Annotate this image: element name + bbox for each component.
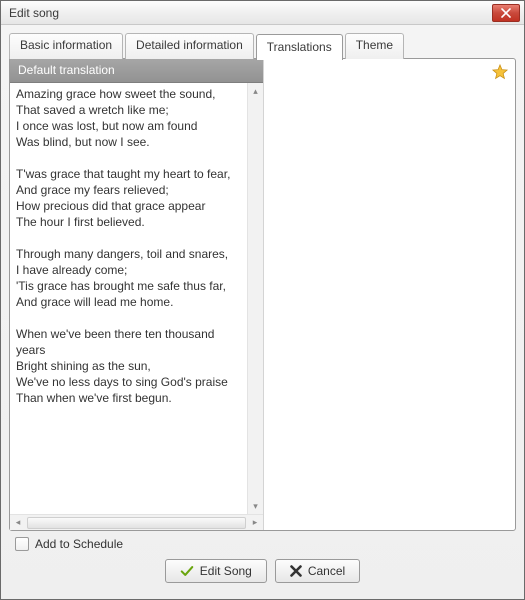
tab-label: Detailed information	[136, 38, 243, 52]
tab-label: Translations	[267, 40, 332, 54]
footer-bar: Add to Schedule	[9, 531, 516, 555]
checkbox-box[interactable]	[15, 537, 29, 551]
scroll-down-icon[interactable]: ▾	[248, 498, 263, 514]
horizontal-scrollbar[interactable]: ◂ ▸	[10, 514, 263, 530]
close-icon	[501, 8, 511, 18]
scroll-left-icon[interactable]: ◂	[10, 515, 26, 531]
scroll-up-icon[interactable]: ▴	[248, 83, 263, 99]
button-label: Cancel	[308, 564, 345, 578]
star-icon	[491, 63, 509, 81]
tab-translations[interactable]: Translations	[256, 34, 343, 60]
cross-icon	[290, 565, 302, 577]
lyrics-container: Amazing grace how sweet the sound, That …	[10, 83, 263, 514]
scroll-thumb[interactable]	[27, 517, 246, 529]
vertical-scrollbar[interactable]: ▴ ▾	[247, 83, 263, 514]
dialog-content: Basic information Detailed information T…	[1, 25, 524, 599]
tab-label: Basic information	[20, 38, 112, 52]
scroll-right-icon[interactable]: ▸	[247, 515, 263, 531]
tab-theme[interactable]: Theme	[345, 33, 404, 59]
dialog-window: Edit song Basic information Detailed inf…	[0, 0, 525, 600]
check-icon	[180, 564, 194, 578]
translations-left-pane: Default translation Amazing grace how sw…	[10, 59, 264, 530]
lyrics-text[interactable]: Amazing grace how sweet the sound, That …	[10, 83, 247, 514]
translations-right-pane	[264, 59, 515, 530]
edit-song-button[interactable]: Edit Song	[165, 559, 267, 583]
checkbox-label: Add to Schedule	[35, 537, 123, 551]
window-title: Edit song	[9, 6, 492, 20]
translation-header[interactable]: Default translation	[10, 59, 263, 83]
tab-basic-information[interactable]: Basic information	[9, 33, 123, 59]
add-to-schedule-checkbox[interactable]: Add to Schedule	[15, 537, 123, 551]
button-label: Edit Song	[200, 564, 252, 578]
close-button[interactable]	[492, 4, 520, 22]
favorite-button[interactable]	[491, 63, 509, 81]
cancel-button[interactable]: Cancel	[275, 559, 360, 583]
translations-panel: Default translation Amazing grace how sw…	[9, 58, 516, 531]
button-row: Edit Song Cancel	[9, 555, 516, 591]
tab-detailed-information[interactable]: Detailed information	[125, 33, 254, 59]
titlebar[interactable]: Edit song	[1, 1, 524, 25]
tab-label: Theme	[356, 38, 393, 52]
tab-strip: Basic information Detailed information T…	[9, 33, 516, 59]
